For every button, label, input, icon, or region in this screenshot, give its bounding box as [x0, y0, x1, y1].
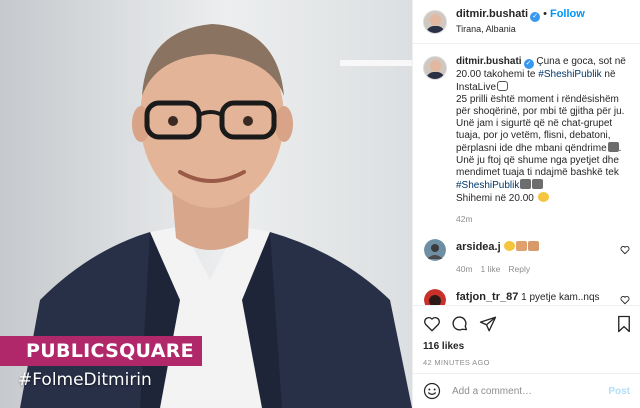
brand-text: PUBLICSQUARE [26, 340, 194, 362]
post-header: ditmir.bushati ✓ • Follow Tirana, Albania [413, 0, 640, 44]
caption-paragraph: Shihemi në 20.00 [456, 192, 632, 205]
post-sidebar: ditmir.bushati ✓ • Follow Tirana, Albania d… [412, 0, 640, 408]
commenter-avatar[interactable] [424, 289, 446, 305]
emoji-picker-icon[interactable] [423, 382, 441, 400]
caption-paragraph: Unë jam i sigurtë që në chat-grupet tuaj… [456, 118, 622, 154]
publicsquare-banner: PUBLICSQUARE [0, 336, 202, 366]
add-comment-bar: Post [413, 373, 640, 408]
share-paper-plane-icon[interactable] [479, 315, 497, 333]
clap-emoji-icon [516, 241, 528, 251]
instagram-post: PUBLICSQUARE #FolmeDitmirin ditmir.busha… [0, 0, 640, 408]
comment-item: fatjon_tr_87 1 pyetje kam..nqs [423, 289, 632, 305]
save-bookmark-icon[interactable] [616, 315, 632, 333]
caption-time[interactable]: 42m [456, 213, 632, 225]
follow-button[interactable]: Follow [550, 8, 585, 20]
location-link[interactable]: Tirana, Albania [456, 22, 585, 36]
speech-bubble-emoji-icon [497, 81, 509, 91]
avatar[interactable] [423, 9, 447, 34]
caption-avatar[interactable] [423, 56, 447, 80]
comment-username[interactable]: arsidea.j [456, 241, 501, 253]
comment-likes[interactable]: 1 like [481, 264, 501, 274]
verified-badge-icon: ✓ [523, 59, 534, 69]
caption: ditmir.bushati ✓ Çuna e goca, sot në 20.0… [423, 56, 632, 225]
comment-body: fatjon_tr_87 1 pyetje kam..nqs [456, 289, 600, 305]
header-username[interactable]: ditmir.bushati [456, 8, 528, 20]
commenter-avatar[interactable] [424, 239, 446, 261]
caption-hashtag-link[interactable]: #SheshiPublik [456, 180, 519, 191]
separator-dot: • [543, 8, 547, 20]
comment-username[interactable]: fatjon_tr_87 [456, 291, 518, 303]
post-time[interactable]: 42 MINUTES AGO [423, 358, 632, 367]
reply-button[interactable]: Reply [508, 264, 530, 274]
comment-meta: 40m 1 like Reply [456, 263, 539, 275]
like-heart-icon[interactable] [423, 315, 441, 333]
comment-heart-icon[interactable] [620, 245, 630, 255]
comment-input[interactable] [452, 385, 602, 397]
smile-emoji-icon [537, 192, 549, 202]
caption-paragraph: 25 prilli është moment i rëndësishëm për… [456, 94, 625, 117]
comment-time[interactable]: 40m [456, 264, 473, 274]
verified-badge-icon: ✓ [530, 12, 541, 22]
emoji-icon [520, 179, 532, 189]
photo-hashtag: #FolmeDitmirin [18, 370, 152, 390]
comment-body: arsidea.j 40m 1 like Reply [456, 239, 540, 275]
speaking-emoji-icon [607, 142, 619, 152]
comment-item: arsidea.j 40m 1 like Reply [423, 239, 632, 275]
header-text: ditmir.bushati ✓ • Follow Tirana, Albania [456, 7, 585, 36]
caption-hashtag-link[interactable]: #SheshiPublik [538, 69, 601, 80]
action-icon-row [423, 312, 632, 336]
hand-emoji-icon [528, 241, 540, 251]
likes-count[interactable]: 116 likes [423, 341, 632, 352]
post-comment-button[interactable]: Post [608, 386, 630, 397]
emoji-icon [532, 179, 544, 189]
comment-text: 1 pyetje kam..nqs [521, 292, 600, 303]
post-actions: 116 likes 42 MINUTES AGO [413, 305, 640, 373]
emoji-icon [504, 241, 516, 251]
comment-bubble-icon[interactable] [451, 315, 469, 333]
caption-body: ditmir.bushati ✓ Çuna e goca, sot në 20.0… [456, 56, 632, 225]
caption-paragraph: Unë ju ftoj që shume nga pyetjet dhe men… [456, 155, 619, 191]
post-photo[interactable]: PUBLICSQUARE #FolmeDitmirin [0, 0, 412, 408]
comments-list[interactable]: ditmir.bushati ✓ Çuna e goca, sot në 20.0… [413, 44, 640, 305]
caption-username[interactable]: ditmir.bushati [456, 56, 522, 67]
comment-heart-icon[interactable] [620, 295, 630, 305]
